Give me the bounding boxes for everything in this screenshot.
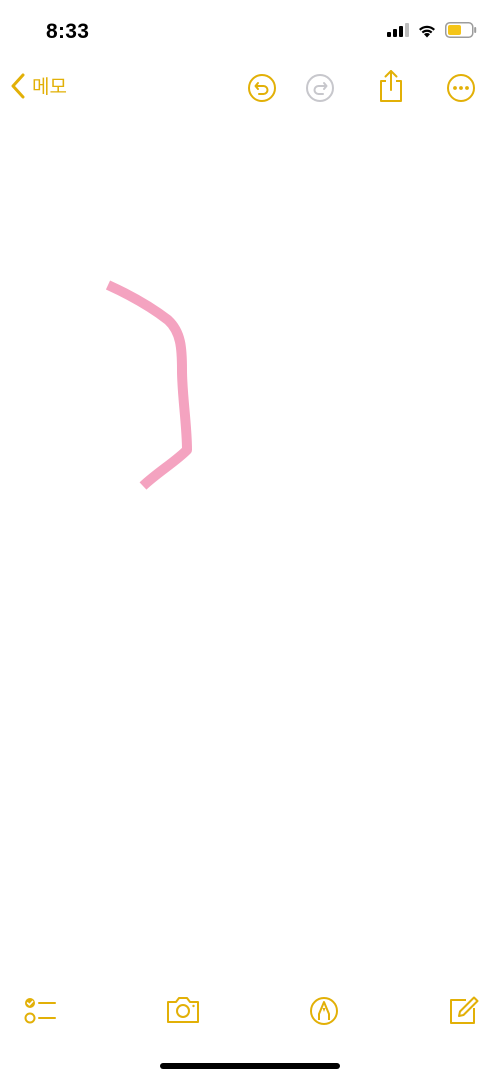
highlighter-stroke	[105, 280, 192, 490]
wifi-icon	[419, 25, 435, 37]
compose-button[interactable]	[446, 992, 482, 1028]
redo-icon	[306, 74, 334, 102]
home-indicator[interactable]	[160, 1063, 340, 1069]
status-time: 8:33	[46, 20, 90, 43]
more-button[interactable]	[445, 72, 477, 104]
checklist-icon	[24, 998, 56, 1024]
chevron-left-icon	[11, 73, 25, 98]
markup-button[interactable]	[306, 992, 342, 1028]
more-icon	[447, 74, 475, 102]
compose-icon	[450, 996, 479, 1024]
navigation-bar: 메모	[0, 66, 499, 112]
cellular-signal-icon	[387, 23, 409, 37]
battery-icon	[445, 22, 477, 38]
share-icon	[380, 70, 402, 102]
drawing-canvas[interactable]	[0, 120, 499, 960]
back-button[interactable]: 메모	[10, 72, 67, 99]
drawing-svg	[105, 280, 192, 490]
status-icons	[387, 22, 477, 38]
checklist-button[interactable]	[22, 992, 58, 1028]
camera-icon	[167, 997, 199, 1023]
status-bar: 8:33	[0, 0, 499, 60]
bottom-toolbar	[0, 988, 499, 1032]
redo-button[interactable]	[304, 72, 336, 104]
undo-icon	[248, 74, 276, 102]
undo-button[interactable]	[246, 72, 278, 104]
back-label: 메모	[32, 77, 67, 98]
markup-pen-icon	[310, 997, 338, 1025]
notes-drawing-screen: 8:33 메모	[0, 0, 499, 1080]
share-button[interactable]	[375, 68, 407, 102]
camera-button[interactable]	[165, 992, 201, 1028]
